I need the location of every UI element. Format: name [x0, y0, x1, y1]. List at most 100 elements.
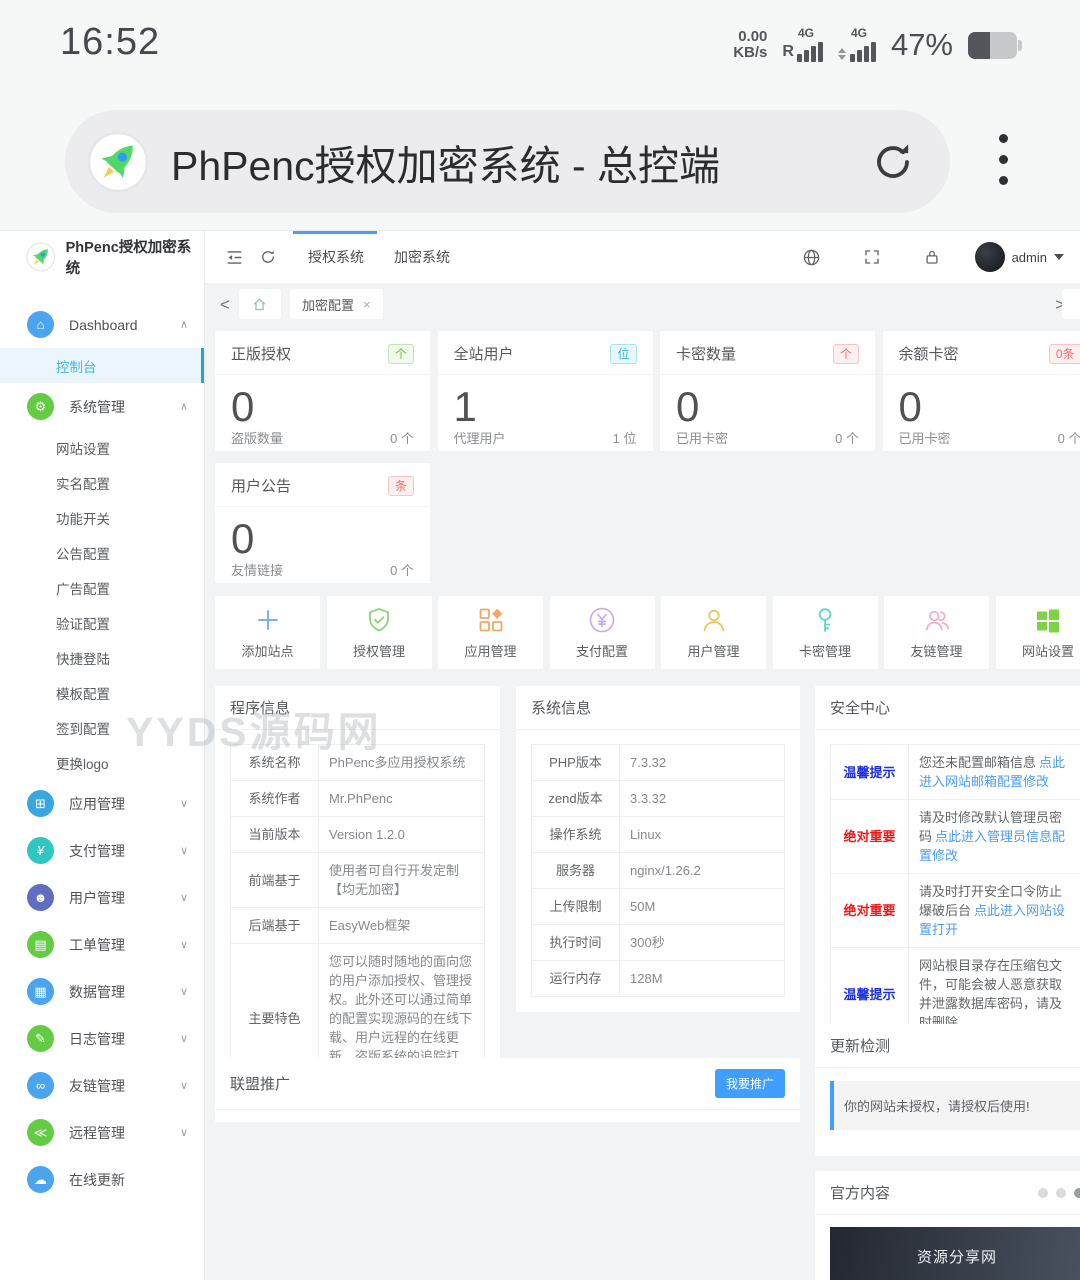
table-row: 操作系统 Linux	[532, 817, 784, 853]
unit-badge: 0条	[1048, 343, 1080, 364]
sidebar-item[interactable]: ⊞ 应用管理 ∨	[0, 780, 204, 827]
unit-badge: 个	[387, 343, 414, 364]
quick-action-payment[interactable]: 支付配置	[549, 596, 655, 669]
quick-actions: 添加站点 授权管理 应用管理 支付配置 用户管理 卡密管理 友链管理 网站设置	[215, 596, 1080, 669]
nav-tab[interactable]: 授权系统	[293, 231, 379, 284]
panel-title: 程序信息	[215, 686, 500, 730]
panel-title: 系统信息	[516, 686, 800, 730]
sidebar-item-icon: ✎	[27, 1025, 54, 1052]
stat-value: 0	[231, 383, 255, 430]
nav-tab[interactable]: 加密系统	[379, 231, 465, 284]
quick-action-users[interactable]: 用户管理	[661, 596, 766, 669]
sidebar-item-icon: ∞	[27, 1072, 54, 1099]
security-center-panel: 安全中心 温馨提示 您还未配置邮箱信息 点此进入网站邮箱配置修改 绝对重要 请及…	[815, 686, 1080, 1056]
sidebar-item[interactable]: ¥ 支付管理 ∨	[0, 827, 204, 874]
sidebar-item[interactable]: 更换logo	[0, 745, 204, 780]
quick-action-apps[interactable]: 应用管理	[438, 596, 543, 669]
user-menu[interactable]: admin	[974, 242, 1064, 272]
sidebar-item[interactable]: ⚙ 系统管理 ∧	[0, 383, 204, 430]
promote-button[interactable]: 我要推广	[714, 1069, 785, 1098]
browser-refresh-icon[interactable]	[870, 139, 916, 185]
sidebar-item[interactable]: 签到配置	[0, 710, 204, 745]
data-arrows-icon	[837, 48, 846, 60]
quick-action-site-settings[interactable]: 网站设置	[995, 596, 1080, 669]
chevron-icon: ∨	[179, 1033, 188, 1045]
table-row: 系统名称 PhPenc多应用授权系统	[231, 745, 484, 781]
chevron-icon: ∨	[179, 986, 188, 998]
sidebar-item[interactable]: 实名配置	[0, 465, 204, 500]
chevron-icon: ∨	[179, 892, 188, 904]
table-row: 绝对重要 请及时打开安全口令防止爆破后台 点此进入网站设置打开	[831, 874, 1080, 948]
sidebar-item[interactable]: 快捷登陆	[0, 640, 204, 675]
carousel-dots[interactable]	[1038, 1187, 1080, 1198]
sidebar-item[interactable]: ∞ 友链管理 ∨	[0, 1062, 204, 1109]
key-icon	[818, 607, 832, 632]
sidebar-item-icon: ⊞	[27, 790, 54, 817]
address-bar[interactable]: PhPenc授权加密系统 - 总控端	[65, 110, 950, 213]
stat-card: 正版授权 个 0 盗版数量 0 个	[215, 331, 430, 451]
browser-menu-icon[interactable]	[991, 126, 1016, 193]
sidebar-item[interactable]: ▤ 工单管理 ∨	[0, 921, 204, 968]
sidebar-item[interactable]: 公告配置	[0, 535, 204, 570]
quick-action-license[interactable]: 授权管理	[326, 596, 432, 669]
sidebar-item[interactable]: 模板配置	[0, 675, 204, 710]
home-tab[interactable]	[238, 289, 281, 319]
table-row: 绝对重要 请及时修改默认管理员密码 点此进入管理员信息配置修改	[831, 800, 1080, 874]
table-row: 运行内存 128M	[532, 961, 784, 996]
quick-action-cardkeys[interactable]: 卡密管理	[772, 596, 878, 669]
panel-title: 更新检测	[815, 1024, 1080, 1068]
quick-action-add-site[interactable]: 添加站点	[215, 596, 320, 669]
app-logo-text: PhPenc授权加密系统	[65, 240, 192, 277]
quick-action-links[interactable]: 友链管理	[884, 596, 989, 669]
sidebar-item[interactable]: ▦ 数据管理 ∨	[0, 968, 204, 1015]
sidebar-item-icon: ⌂	[27, 311, 54, 338]
chevron-icon: ∧	[179, 319, 188, 331]
sidebar-item[interactable]: ✎ 日志管理 ∨	[0, 1015, 204, 1062]
user-icon	[703, 609, 724, 631]
stat-value: 0	[676, 383, 700, 430]
tab-options-stub[interactable]	[1062, 289, 1080, 319]
table-row: 当前版本 Version 1.2.0	[231, 817, 484, 853]
fullscreen-icon[interactable]	[855, 240, 889, 274]
sidebar-item[interactable]: ≪ 远程管理 ∨	[0, 1109, 204, 1156]
open-page-tab[interactable]: 加密配置 ×	[289, 289, 383, 319]
official-content-panel: 官方内容 资源分享网	[815, 1171, 1080, 1280]
yen-circle-icon	[589, 607, 615, 632]
rocket-favicon	[87, 131, 149, 193]
app-grid-icon	[479, 608, 502, 631]
sidebar-item[interactable]: ☻ 用户管理 ∨	[0, 874, 204, 921]
tabs-back-icon[interactable]: <	[220, 296, 230, 313]
menu-fold-icon[interactable]	[217, 240, 251, 274]
refresh-icon[interactable]	[251, 240, 285, 274]
windows-squares-icon	[1037, 609, 1059, 632]
users-icon	[925, 610, 949, 630]
table-row: 后端基于 EasyWeb框架	[231, 908, 484, 944]
system-info-panel: 系统信息 PHP版本 7.3.32 zend版本 3.3.32 操作系统 Lin…	[516, 686, 800, 1012]
battery-percent: 47%	[890, 27, 953, 62]
sidebar-item[interactable]: 功能开关	[0, 500, 204, 535]
security-tag: 绝对重要	[831, 800, 909, 873]
username: admin	[1011, 249, 1047, 265]
chevron-icon: ∨	[179, 1127, 188, 1139]
web-page: 授权系统 加密系统 admin < 加密配置 × > 正版授权 个 0 盗版数量…	[0, 230, 1080, 1280]
sidebar-item[interactable]: 控制台	[0, 348, 204, 383]
sidebar-item[interactable]: ⌂ Dashboard ∧	[0, 301, 204, 348]
chevron-icon: ∨	[179, 798, 188, 810]
sidebar-item[interactable]: 广告配置	[0, 570, 204, 605]
sidebar-item[interactable]: ☁ 在线更新	[0, 1156, 204, 1203]
sidebar-item[interactable]: 验证配置	[0, 605, 204, 640]
security-tag: 温馨提示	[831, 745, 909, 799]
panel-title: 安全中心	[815, 686, 1080, 730]
globe-icon[interactable]	[795, 240, 829, 274]
close-icon[interactable]: ×	[363, 297, 371, 312]
official-banner[interactable]: 资源分享网	[830, 1227, 1080, 1280]
security-link[interactable]: 点此进入管理员信息配置修改	[919, 829, 1065, 863]
lock-icon[interactable]	[915, 240, 949, 274]
sidebar-item[interactable]: 网站设置	[0, 430, 204, 465]
chevron-icon: ∨	[179, 845, 188, 857]
table-row: PHP版本 7.3.32	[532, 745, 784, 781]
signal-bars-icon	[849, 42, 876, 62]
table-row: 系统作者 Mr.PhPenc	[231, 781, 484, 817]
table-row: 前端基于 使用者可自行开发定制【均无加密】	[231, 853, 484, 908]
stat-value: 0	[898, 383, 922, 430]
